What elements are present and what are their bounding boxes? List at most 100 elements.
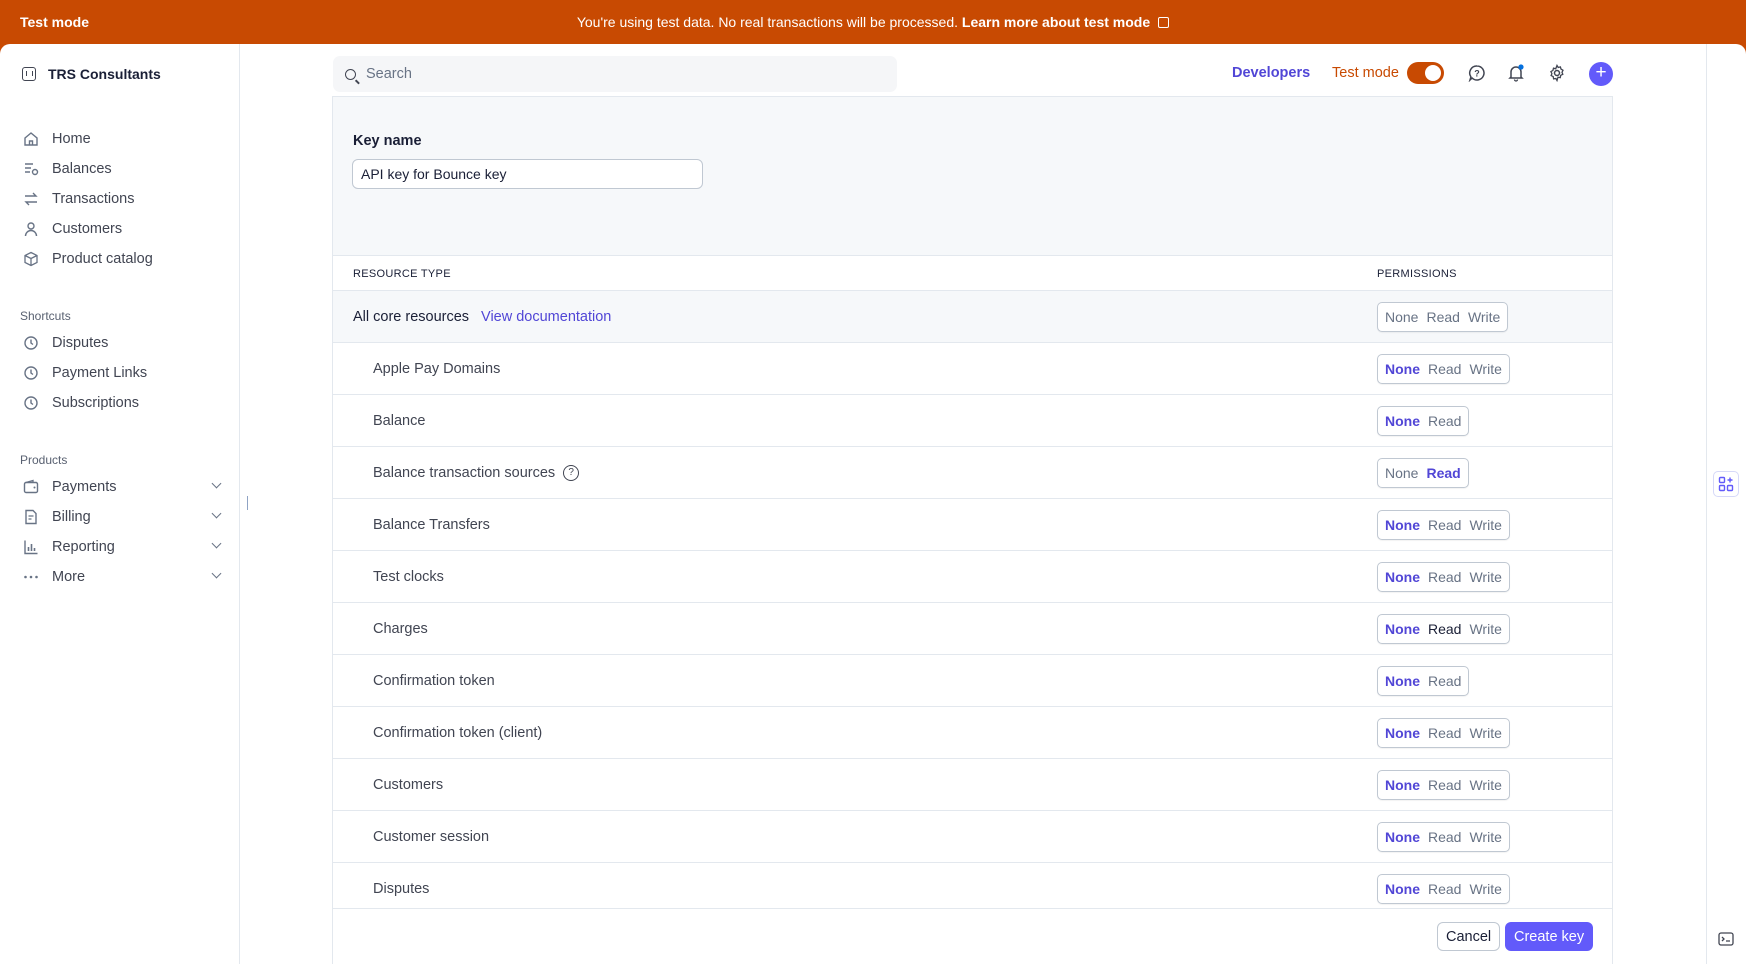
permission-option-none[interactable]: None <box>1381 875 1424 903</box>
permission-option-none[interactable]: None <box>1381 459 1422 487</box>
sidebar-item-billing[interactable]: Billing <box>22 505 222 529</box>
settings-gear-icon[interactable] <box>1547 63 1567 83</box>
developers-link[interactable]: Developers <box>1232 65 1310 81</box>
resource-name: Balance transaction sources <box>373 465 556 481</box>
create-key-button[interactable]: Create key <box>1505 922 1594 951</box>
permission-option-read[interactable]: Read <box>1422 459 1464 487</box>
permission-selector: None Read Write <box>1377 354 1510 384</box>
table-row: Balance None Read <box>333 395 1612 447</box>
permission-option-read[interactable]: Read <box>1424 667 1465 695</box>
sidebar-item-home[interactable]: Home <box>22 127 220 151</box>
svg-text:?: ? <box>1474 69 1480 79</box>
resource-name: Apple Pay Domains <box>373 361 501 377</box>
permission-option-read[interactable]: Read <box>1424 615 1465 643</box>
learn-more-link[interactable]: Learn more about test mode <box>962 14 1150 30</box>
permission-option-write[interactable]: Write <box>1465 563 1505 591</box>
permission-option-read[interactable]: Read <box>1424 511 1465 539</box>
permission-option-read[interactable]: Read <box>1424 407 1465 435</box>
permission-option-write[interactable]: Write <box>1465 875 1505 903</box>
key-name-input[interactable] <box>352 159 703 189</box>
permission-option-none[interactable]: None <box>1381 823 1424 851</box>
search-bar[interactable]: Search <box>333 56 897 92</box>
sidebar-item-subscriptions[interactable]: Subscriptions <box>22 391 220 415</box>
terminal-icon[interactable] <box>1713 926 1739 952</box>
account-name: TRS Consultants <box>48 66 161 82</box>
permission-option-none[interactable]: None <box>1381 511 1424 539</box>
account-switcher[interactable]: TRS Consultants <box>22 66 161 82</box>
sidebar-item-more[interactable]: More <box>22 565 222 589</box>
cancel-button[interactable]: Cancel <box>1437 922 1501 951</box>
sidebar-item-label: Customers <box>52 221 123 237</box>
permission-option-read[interactable]: Read <box>1424 823 1465 851</box>
table-row: Confirmation token (client) None Read Write <box>333 707 1612 759</box>
permission-option-read[interactable]: Read <box>1424 771 1465 799</box>
more-icon <box>22 569 39 586</box>
create-plus-button[interactable]: + <box>1589 62 1613 86</box>
bar-chart-icon <box>22 539 39 556</box>
sidebar-item-customers[interactable]: Customers <box>22 217 220 241</box>
table-row: Charges None Read Write <box>333 603 1612 655</box>
permission-selector: None Read Write <box>1377 822 1510 852</box>
sidebar-item-label: Disputes <box>52 335 109 351</box>
permission-option-none[interactable]: None <box>1381 667 1424 695</box>
apps-icon[interactable] <box>1713 471 1739 497</box>
permission-option-none[interactable]: None <box>1381 303 1422 331</box>
permission-option-none[interactable]: None <box>1381 355 1424 383</box>
test-mode-toggle[interactable] <box>1407 62 1444 84</box>
permission-option-write[interactable]: Write <box>1465 511 1505 539</box>
clock-icon <box>22 335 39 352</box>
resource-name-cell: All core resources View documentation <box>353 309 611 325</box>
permission-option-none[interactable]: None <box>1381 771 1424 799</box>
permission-selector: None Read Write <box>1377 510 1510 540</box>
resource-name-cell: Confirmation token <box>373 673 495 689</box>
notifications-bell-icon[interactable] <box>1506 63 1526 83</box>
sidebar-item-label: More <box>52 569 86 585</box>
permission-selector: None Read Write <box>1377 770 1510 800</box>
resource-name-cell: Customer session <box>373 829 489 845</box>
sidebar: TRS Consultants Home Balances Transactions… <box>0 44 240 964</box>
sidebar-item-label: Billing <box>52 509 91 525</box>
permission-option-read[interactable]: Read <box>1424 563 1465 591</box>
help-icon[interactable]: ? <box>1467 63 1487 83</box>
transactions-icon <box>22 191 39 208</box>
help-icon[interactable]: ? <box>563 465 580 481</box>
app-window: TRS Consultants Home Balances Transactions… <box>0 44 1746 964</box>
resource-name-cell: Balance <box>373 413 425 429</box>
right-rail <box>1706 44 1746 964</box>
permission-option-read[interactable]: Read <box>1424 355 1465 383</box>
permission-option-read[interactable]: Read <box>1424 875 1465 903</box>
permission-option-write[interactable]: Write <box>1465 823 1505 851</box>
permission-option-none[interactable]: None <box>1381 563 1424 591</box>
table-row: Balance transaction sources? None Read <box>333 447 1612 499</box>
table-row: Apple Pay Domains None Read Write <box>333 343 1612 395</box>
permission-option-read[interactable]: Read <box>1424 719 1465 747</box>
products-heading: Products <box>20 453 68 467</box>
table-row: Balance Transfers None Read Write <box>333 499 1612 551</box>
permission-option-write[interactable]: Write <box>1465 615 1505 643</box>
permission-option-write[interactable]: Write <box>1465 355 1505 383</box>
permission-option-write[interactable]: Write <box>1465 719 1505 747</box>
table-row: Test clocks None Read Write <box>333 551 1612 603</box>
permission-option-none[interactable]: None <box>1381 615 1424 643</box>
resource-name: Charges <box>373 621 428 637</box>
sidebar-resize-handle[interactable] <box>247 496 248 510</box>
permission-option-write[interactable]: Write <box>1464 303 1504 331</box>
permission-option-none[interactable]: None <box>1381 407 1424 435</box>
sidebar-item-label: Product catalog <box>52 251 153 267</box>
sidebar-item-transactions[interactable]: Transactions <box>22 187 220 211</box>
permission-option-none[interactable]: None <box>1381 719 1424 747</box>
permissions-header: PERMISSIONS <box>1377 268 1457 280</box>
sidebar-item-balances[interactable]: Balances <box>22 157 220 181</box>
building-icon <box>22 67 36 81</box>
permission-option-write[interactable]: Write <box>1465 771 1505 799</box>
key-name-label: Key name <box>353 133 422 149</box>
sidebar-item-reporting[interactable]: Reporting <box>22 535 222 559</box>
sidebar-item-disputes[interactable]: Disputes <box>22 331 220 355</box>
sidebar-item-payment-links[interactable]: Payment Links <box>22 361 220 385</box>
permission-option-read[interactable]: Read <box>1422 303 1463 331</box>
table-row: Confirmation token None Read <box>333 655 1612 707</box>
sidebar-item-product-catalog[interactable]: Product catalog <box>22 247 220 271</box>
clock-icon <box>22 395 39 412</box>
sidebar-item-payments[interactable]: Payments <box>22 475 222 499</box>
view-documentation-link[interactable]: View documentation <box>481 309 611 325</box>
